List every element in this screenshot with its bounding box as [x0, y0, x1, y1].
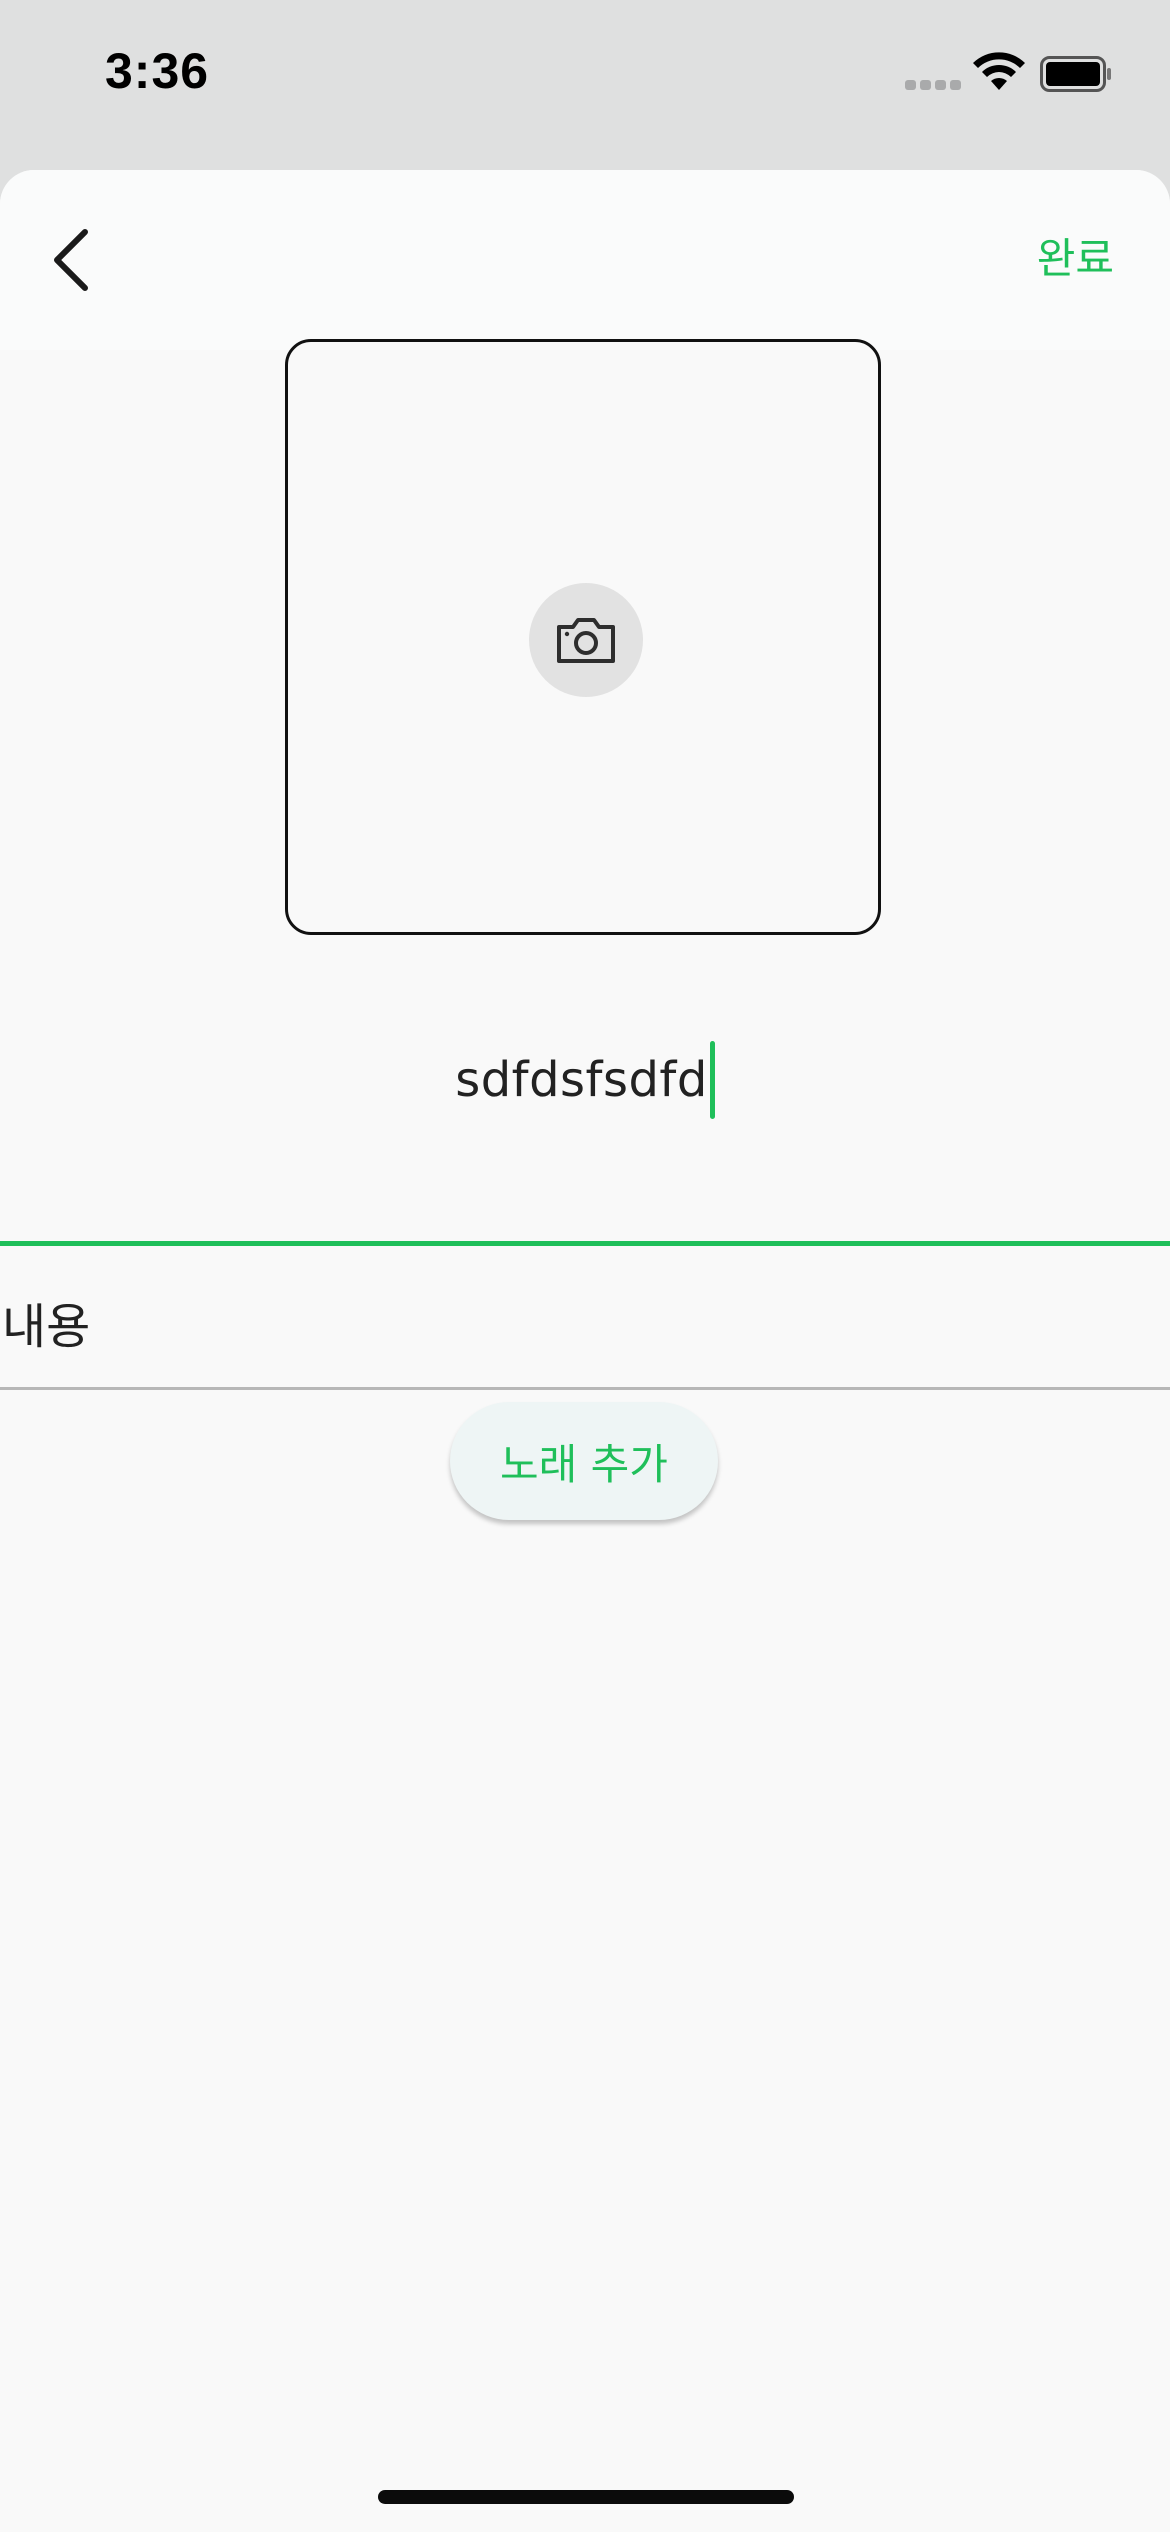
add-song-button[interactable]: 노래 추가	[450, 1402, 718, 1520]
camera-icon	[557, 618, 615, 663]
content-placeholder: 내용	[2, 1299, 91, 1355]
done-button[interactable]: 완료	[1037, 225, 1114, 286]
home-indicator	[378, 2490, 794, 2504]
content-underline	[0, 1387, 1170, 1390]
text-caret	[709, 1041, 715, 1119]
chevron-left-icon	[54, 229, 88, 291]
sheet-header: 완료	[0, 170, 1170, 350]
back-button[interactable]	[36, 220, 106, 300]
battery-icon	[1040, 56, 1111, 92]
edit-sheet: 완료 sdfdsfsdfd 내용 노래 추가	[0, 170, 1170, 2532]
title-input[interactable]: sdfdsfsdfd	[0, 1030, 1170, 1130]
wifi-icon	[973, 52, 1025, 90]
status-bar: 3:36	[0, 0, 1170, 170]
cellular-signal-icon	[905, 80, 961, 92]
title-underline	[0, 1241, 1170, 1246]
content-input[interactable]: 내용	[2, 1282, 1102, 1362]
status-time: 3:36	[105, 43, 210, 99]
title-input-value: sdfdsfsdfd	[455, 1052, 708, 1108]
camera-button[interactable]	[529, 583, 643, 697]
photo-picker[interactable]	[285, 339, 881, 935]
